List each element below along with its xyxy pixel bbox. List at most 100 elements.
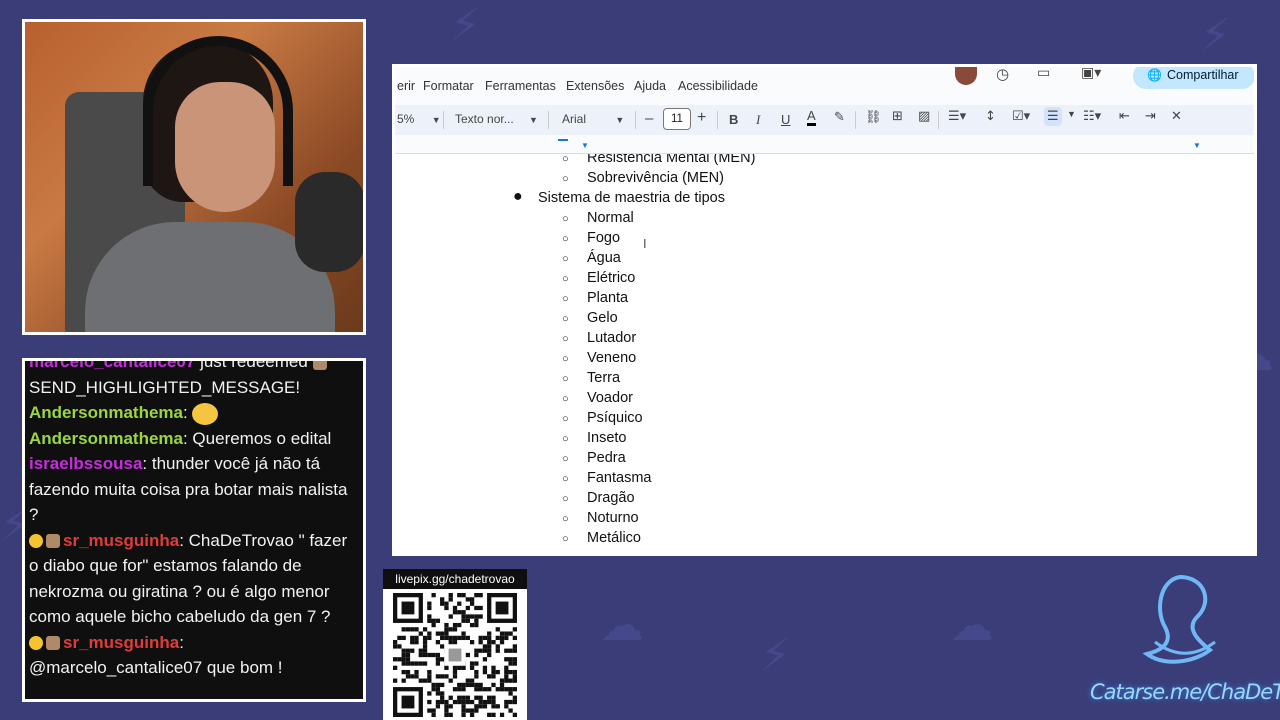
- italic-button[interactable]: I: [756, 112, 760, 128]
- meet-icon[interactable]: ▣▾: [1081, 67, 1101, 81]
- align-icon[interactable]: ☰▾: [948, 109, 966, 124]
- type-list-item: Planta: [587, 290, 629, 306]
- qr-module: [487, 652, 492, 658]
- qr-module: [444, 605, 449, 611]
- bold-button[interactable]: B: [729, 112, 738, 127]
- qr-module: [405, 648, 411, 653]
- zoom-select[interactable]: 5% ▼: [397, 108, 441, 130]
- comment-icon[interactable]: ▭: [1037, 67, 1050, 81]
- qr-module: [495, 635, 500, 641]
- qr-module: [478, 593, 483, 598]
- chevron-down-icon[interactable]: ▼: [1067, 109, 1076, 119]
- qr-module: [487, 712, 492, 717]
- qr-module: [487, 695, 492, 700]
- document-page[interactable]: ○ Resistência Mental (MEN) ○ Sobrevivênc…: [395, 154, 1254, 553]
- qr-module: [487, 631, 492, 636]
- list-bullet: ○: [562, 373, 569, 385]
- qr-module: [393, 665, 398, 670]
- list-bullet: ○: [562, 253, 569, 265]
- qr-module: [414, 661, 419, 666]
- qr-module: [478, 695, 483, 700]
- qr-module: [512, 669, 517, 675]
- menu-item-format[interactable]: Formatar: [423, 79, 474, 93]
- qr-module: [414, 669, 419, 675]
- catarse-link: Catarse.me/ChaDeTrovao: [1090, 680, 1280, 704]
- font-select[interactable]: Arial ▼: [562, 108, 624, 130]
- chat-username: sr_musguinha: [63, 632, 180, 652]
- qr-module: [504, 678, 509, 683]
- qr-module: [499, 678, 505, 683]
- qr-module: [435, 674, 441, 679]
- type-list-item: Dragão: [587, 490, 635, 506]
- list-bullet: ○: [562, 273, 569, 285]
- duck-emote-icon: [192, 402, 219, 425]
- menu-item-extensions[interactable]: Extensões: [566, 79, 624, 93]
- qr-module: [444, 704, 449, 709]
- list-bullet: ○: [562, 213, 569, 225]
- qr-module: [405, 669, 411, 675]
- qr-module: [512, 695, 517, 700]
- qr-module: [401, 669, 406, 675]
- list-bullet: ○: [562, 233, 569, 245]
- qr-module: [508, 678, 513, 683]
- qr-module: [448, 648, 462, 662]
- avatar[interactable]: [955, 67, 977, 85]
- font-size-increase-button[interactable]: +: [697, 109, 706, 127]
- qr-module: [401, 635, 406, 641]
- qr-module: [508, 669, 513, 675]
- qr-module: [440, 635, 445, 641]
- underline-button[interactable]: U: [781, 112, 790, 127]
- qr-module: [427, 618, 432, 623]
- qr-code-panel: livepix.gg/chadetrovao: [383, 569, 527, 720]
- qr-module: [465, 605, 470, 611]
- type-list-item: Veneno: [587, 350, 637, 366]
- increase-indent-icon[interactable]: ⇥: [1145, 109, 1156, 124]
- history-icon[interactable]: ◷: [996, 67, 1009, 83]
- list-bullet: ○: [562, 393, 569, 405]
- qr-module: [499, 712, 505, 717]
- qr-module: [427, 605, 432, 611]
- menu-item-insert[interactable]: erir: [397, 79, 415, 93]
- highlight-pen-icon[interactable]: ✎: [834, 110, 845, 125]
- menu-item-help[interactable]: Ajuda: [634, 79, 666, 93]
- menu-item-tools[interactable]: Ferramentas: [485, 79, 556, 93]
- link-icon[interactable]: ⛓: [865, 110, 882, 125]
- menu-item-accessibility[interactable]: Acessibilidade: [678, 79, 758, 93]
- decrease-indent-icon[interactable]: ⇤: [1119, 109, 1130, 124]
- qr-module: [465, 695, 470, 700]
- ruler-right-margin-icon[interactable]: ▼: [1193, 141, 1201, 150]
- bg-lightning-icon: ⚡: [760, 630, 791, 681]
- text-color-button[interactable]: A: [807, 109, 816, 126]
- line-spacing-icon[interactable]: ↕: [985, 109, 996, 124]
- ruler-left-margin-icon[interactable]: ▼: [581, 141, 589, 150]
- font-size-input[interactable]: 11: [663, 108, 691, 130]
- add-comment-icon[interactable]: ⊞: [892, 109, 903, 124]
- qr-module: [435, 652, 441, 658]
- insert-image-icon[interactable]: ▨: [918, 109, 930, 124]
- bg-lightning-icon: ⚡: [450, 0, 481, 51]
- qr-module: [499, 687, 505, 692]
- checklist-icon[interactable]: ☑▾: [1012, 109, 1030, 124]
- qr-module: [422, 644, 428, 649]
- type-list-item: Água: [587, 250, 621, 266]
- numbered-list-icon[interactable]: ☷▾: [1083, 109, 1101, 124]
- clear-formatting-icon[interactable]: ✕: [1171, 109, 1182, 124]
- style-select[interactable]: Texto nor... ▼: [455, 108, 538, 130]
- qr-module: [422, 678, 428, 683]
- chat-username: Andersonmathema: [29, 428, 183, 448]
- qr-module: [469, 601, 475, 606]
- docs-window: erir Formatar Ferramentas Extensões Ajud…: [392, 64, 1257, 556]
- qr-module: [393, 657, 398, 662]
- qr-module: [478, 704, 483, 709]
- qr-module: [461, 708, 466, 713]
- qr-module: [435, 618, 441, 623]
- chat-message: Andersonmathema: Queremos o edital: [29, 426, 359, 452]
- font-size-decrease-button[interactable]: –: [645, 110, 653, 127]
- qr-module: [414, 674, 419, 679]
- qr-module: [435, 661, 441, 666]
- share-button[interactable]: 🌐 Compartilhar: [1133, 67, 1254, 89]
- ruler-indent-marker[interactable]: [558, 139, 568, 141]
- bulleted-list-icon[interactable]: ☰: [1044, 107, 1062, 126]
- qr-module: [427, 635, 432, 641]
- qr-module: [422, 627, 428, 632]
